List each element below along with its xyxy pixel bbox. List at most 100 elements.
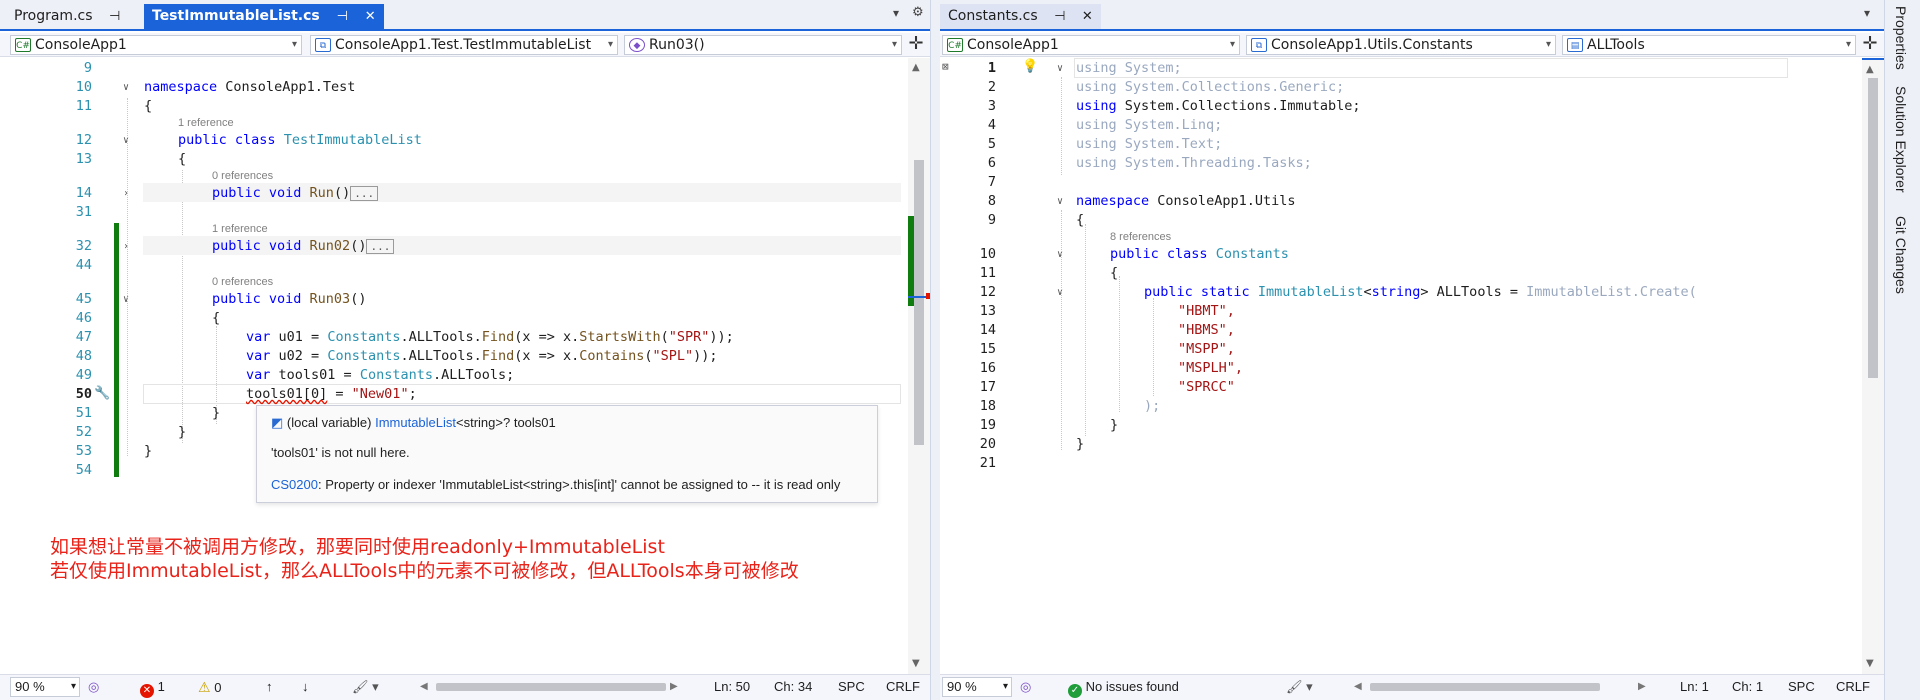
column-indicator[interactable]: Ch: 1 [1732, 675, 1763, 699]
right-tabstrip: Constants.cs ⊣ ✕ ▾ [940, 0, 1884, 31]
scroll-up-icon[interactable]: ▲ [912, 62, 920, 73]
class-name: Constants [327, 348, 401, 364]
scroll-down-icon[interactable]: ▼ [1866, 658, 1874, 669]
member-dropdown[interactable]: ▤ ALLTools ▾ [1562, 35, 1856, 55]
line-indicator[interactable]: Ln: 1 [1680, 675, 1709, 699]
keyword: using [1076, 136, 1117, 152]
intellicode-icon[interactable]: ◎ [88, 675, 99, 699]
issues-indicator[interactable]: ✓ No issues found [1068, 675, 1179, 699]
pin-icon[interactable]: ⊣ [337, 4, 348, 29]
refactor-icon[interactable]: ⊠ [942, 60, 949, 73]
type-name: ConsoleApp1.Utils.Constants [1271, 37, 1473, 53]
warnings-indicator[interactable]: ⚠ 0 [198, 675, 221, 700]
error-icon: ✕ [140, 684, 154, 698]
line-number: 8 [987, 193, 996, 209]
scroll-left-icon[interactable]: ◀ [1354, 675, 1362, 699]
arrow-down-icon[interactable]: ↓ [302, 675, 309, 699]
line-indicator[interactable]: Ln: 50 [714, 675, 750, 699]
project-dropdown[interactable]: C# ConsoleApp1 ▾ [10, 35, 302, 55]
split-window-icon[interactable]: ✛ [1858, 35, 1882, 55]
codelens-references[interactable]: 0 references [212, 276, 273, 288]
collapse-icon[interactable]: ∨ [1057, 196, 1063, 207]
line-number: 11 [979, 265, 996, 281]
code-line-50: tools01[0] = "New01"; [246, 386, 417, 402]
code-text: < [1363, 284, 1372, 300]
project-name: ConsoleApp1 [35, 37, 127, 53]
keyword: using [1076, 98, 1117, 114]
error-code-link[interactable]: CS0200 [271, 477, 318, 492]
namespace-name: ConsoleApp1.Test [225, 79, 356, 95]
right-code-editor[interactable]: 1 2 3 4 5 6 7 8 9 10 11 12 13 14 15 16 1… [940, 58, 1884, 674]
line-ending-indicator[interactable]: CRLF [1836, 675, 1870, 699]
codelens-references[interactable]: 8 references [1110, 231, 1171, 243]
tab-constants-cs[interactable]: Constants.cs ⊣ ✕ [940, 4, 1101, 29]
close-icon[interactable]: ✕ [365, 4, 376, 29]
line-number: 21 [979, 455, 996, 471]
brush-icon[interactable]: 🖌 ▾ [352, 675, 379, 699]
class-name: Constants [359, 367, 433, 383]
line-ending-indicator[interactable]: CRLF [886, 675, 920, 699]
collapsed-block[interactable]: ... [350, 185, 379, 201]
tab-list-dropdown-icon[interactable]: ▾ [1864, 6, 1870, 20]
class-name: Constants [327, 329, 401, 345]
scroll-thumb[interactable] [1868, 78, 1878, 378]
keyword: using [1076, 117, 1117, 133]
collapsed-block[interactable]: ... [366, 238, 395, 254]
line-number: 46 [75, 310, 92, 326]
horizontal-scroll-thumb[interactable] [436, 683, 666, 691]
whitespace-indicator[interactable]: SPC [838, 675, 865, 699]
code-text: > [1420, 284, 1429, 300]
zoom-dropdown[interactable]: 90 % ▾ [942, 677, 1012, 697]
line-number: 20 [979, 436, 996, 452]
code-text: ; [408, 386, 417, 402]
arrow-up-icon[interactable]: ↑ [266, 675, 273, 699]
code-line-9: { [1076, 212, 1085, 228]
column-indicator[interactable]: Ch: 34 [774, 675, 812, 699]
horizontal-scroll-thumb[interactable] [1370, 683, 1600, 691]
brush-icon[interactable]: 🖌 ▾ [1286, 675, 1313, 699]
gear-icon[interactable]: ⚙ [912, 5, 924, 20]
sidebar-item-git-changes[interactable]: Git Changes [1893, 216, 1909, 294]
scroll-right-icon[interactable]: ▶ [1638, 675, 1646, 699]
sidebar-item-properties[interactable]: Properties [1893, 6, 1909, 70]
whitespace-indicator[interactable]: SPC [1788, 675, 1815, 699]
line-number: 49 [75, 367, 92, 383]
tab-list-dropdown-icon[interactable]: ▾ [893, 6, 899, 20]
tab-testimmutablelist-cs[interactable]: TestImmutableList.cs ⊣ ✕ [144, 4, 384, 29]
sidebar-item-solution-explorer[interactable]: Solution Explorer [1893, 86, 1909, 193]
collapse-icon[interactable]: ∨ [123, 82, 129, 93]
right-vertical-scrollbar[interactable]: ▲ ▼ [1862, 58, 1884, 674]
codelens-references[interactable]: 0 references [212, 170, 273, 182]
scroll-left-icon[interactable]: ◀ [420, 675, 428, 699]
scroll-right-icon[interactable]: ▶ [670, 675, 678, 699]
scroll-up-icon[interactable]: ▲ [1866, 64, 1874, 75]
pane-splitter[interactable] [931, 0, 940, 700]
project-name: ConsoleApp1 [967, 37, 1059, 53]
codelens-references[interactable]: 1 reference [212, 223, 268, 235]
close-icon[interactable]: ✕ [1082, 4, 1093, 29]
split-window-icon[interactable]: ✛ [904, 35, 928, 55]
scroll-down-icon[interactable]: ▼ [912, 658, 920, 669]
indent-guide [1061, 210, 1062, 450]
lightbulb-icon[interactable]: 💡 [1022, 59, 1038, 74]
tooltip-type-link[interactable]: ImmutableList [375, 415, 456, 430]
type-dropdown[interactable]: ⧉ ConsoleApp1.Utils.Constants ▾ [1246, 35, 1556, 55]
codelens-references[interactable]: 1 reference [178, 117, 234, 129]
project-dropdown[interactable]: C# ConsoleApp1 ▾ [942, 35, 1240, 55]
pin-icon[interactable]: ⊣ [1054, 4, 1065, 29]
intellicode-icon[interactable]: ◎ [1020, 675, 1031, 699]
line-number: 18 [979, 398, 996, 414]
screwdriver-icon[interactable]: 🔧 [94, 386, 110, 401]
member-dropdown[interactable]: ◆ Run03() ▾ [624, 35, 902, 55]
left-vertical-scrollbar[interactable]: ▲ ▼ [908, 58, 930, 674]
type-dropdown[interactable]: ⧉ ConsoleApp1.Test.TestImmutableList ▾ [310, 35, 618, 55]
tab-program-cs[interactable]: Program.cs ⊣ [6, 4, 128, 29]
error-squiggle-text[interactable]: tools01[0] [246, 386, 327, 402]
zoom-value: 90 % [15, 679, 45, 694]
collapse-icon[interactable]: ∨ [1057, 63, 1063, 74]
type-name: ConsoleApp1.Test.TestImmutableList [335, 37, 592, 53]
pin-icon[interactable]: ⊣ [109, 4, 120, 29]
errors-indicator[interactable]: ✕ 1 [140, 675, 165, 699]
zoom-dropdown[interactable]: 90 % ▾ [10, 677, 80, 697]
scroll-thumb[interactable] [914, 160, 924, 445]
